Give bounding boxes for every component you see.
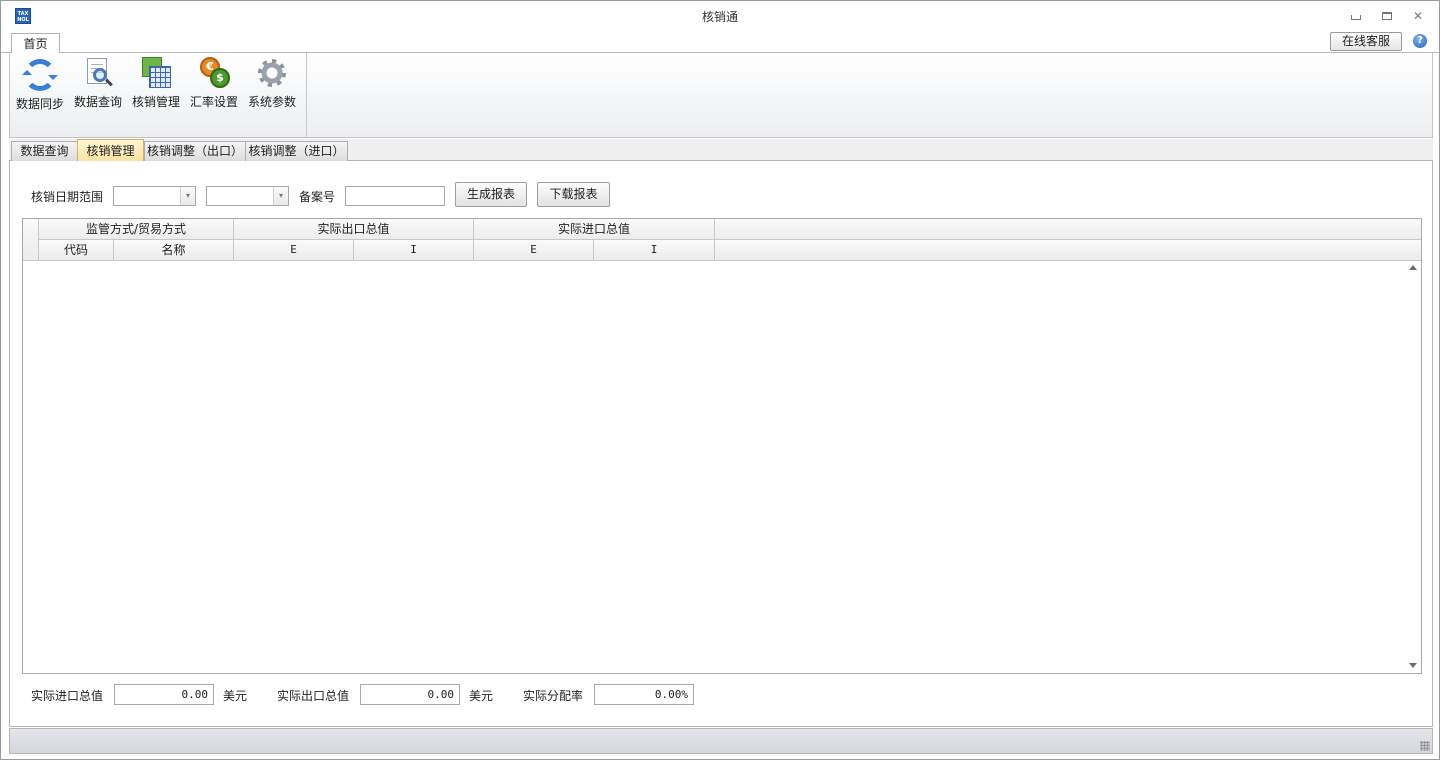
date-to-combo[interactable]: ▾ [206, 186, 289, 206]
ribbon-tab-home[interactable]: 首页 [11, 33, 60, 54]
window-title: 核销通 [701, 10, 738, 24]
record-number-input[interactable] [345, 186, 445, 206]
document-tab-strip: 数据查询 核销管理 核销调整（出口） 核销调整（进口） [9, 139, 1433, 162]
header-group-export-total: 实际出口总值 [234, 219, 474, 240]
close-icon: ✕ [1412, 9, 1424, 23]
system-params-button[interactable]: 系统参数 [243, 57, 301, 113]
column-header-name[interactable]: 名称 [114, 240, 234, 261]
ribbon-panel: 数据同步 数据查询 核销管理 € $ 汇率设置 系统参数 [9, 53, 1433, 138]
column-header-export-i[interactable]: I [354, 240, 474, 261]
ribbon-group-separator [306, 53, 307, 137]
header-group-trade-mode: 监管方式/贸易方式 [39, 219, 234, 240]
data-query-button[interactable]: 数据查询 [69, 57, 127, 113]
import-unit-label: 美元 [223, 689, 248, 703]
column-header-import-e[interactable]: E [474, 240, 594, 261]
tab-adjust-export[interactable]: 核销调整（出口） [144, 141, 246, 162]
row-selector-header [23, 219, 39, 261]
grid-vertical-scrollbar[interactable] [1405, 261, 1421, 673]
column-header-code[interactable]: 代码 [39, 240, 114, 261]
column-header-import-i[interactable]: I [594, 240, 715, 261]
minimize-icon [1351, 15, 1361, 20]
search-document-icon [82, 57, 114, 89]
header-filler [715, 240, 1421, 261]
ribbon-button-label: 系统参数 [247, 95, 296, 109]
gear-icon [256, 57, 288, 89]
spreadsheet-icon [140, 57, 172, 89]
app-window: TAX NOL 核销通 ✕ 首页 在线客服 ? 数据同步 数据查询 核销管理 €… [0, 0, 1440, 760]
date-range-label: 核销日期范围 [31, 190, 104, 204]
write-off-grid[interactable]: 监管方式/贸易方式 实际出口总值 实际进口总值 代码 名称 E I E I [22, 218, 1422, 674]
restore-icon [1382, 12, 1392, 20]
dropdown-arrow-icon[interactable]: ▾ [273, 187, 288, 205]
allocation-rate-field: 0.00% [594, 684, 694, 705]
exchange-rate-button[interactable]: € $ 汇率设置 [185, 57, 243, 113]
scroll-down-arrow-icon[interactable] [1409, 663, 1417, 668]
header-filler [715, 219, 1421, 240]
date-from-combo[interactable]: ▾ [113, 186, 196, 206]
minimize-button[interactable] [1345, 8, 1367, 24]
export-total-field: 0.00 [360, 684, 460, 705]
scroll-up-arrow-icon[interactable] [1409, 265, 1417, 270]
export-total-label: 实际出口总值 [277, 689, 350, 703]
resize-grip-icon[interactable] [1420, 741, 1430, 751]
write-off-management-button[interactable]: 核销管理 [127, 57, 185, 113]
download-report-button[interactable]: 下载报表 [537, 182, 610, 207]
import-total-field: 0.00 [114, 684, 214, 705]
dropdown-arrow-icon[interactable]: ▾ [180, 187, 195, 205]
tab-adjust-import[interactable]: 核销调整（进口） [245, 141, 348, 162]
content-panel: 核销日期范围 ▾ ▾ 备案号 生成报表 下载报表 监管方式/贸易方式 实际出口总… [9, 161, 1433, 727]
ribbon-button-label: 汇率设置 [189, 95, 238, 109]
status-bar [9, 728, 1433, 754]
online-service-button[interactable]: 在线客服 [1330, 32, 1402, 51]
ribbon-button-label: 核销管理 [131, 95, 180, 109]
ribbon-button-label: 数据同步 [15, 97, 64, 111]
tab-data-query[interactable]: 数据查询 [11, 141, 78, 162]
export-unit-label: 美元 [469, 689, 494, 703]
record-number-label: 备案号 [299, 190, 336, 204]
sync-icon [22, 59, 58, 91]
generate-report-button[interactable]: 生成报表 [455, 182, 527, 207]
restore-button[interactable] [1376, 8, 1398, 24]
allocation-rate-label: 实际分配率 [523, 689, 584, 703]
help-icon[interactable]: ? [1413, 34, 1427, 48]
import-total-label: 实际进口总值 [31, 689, 104, 703]
title-bar: TAX NOL 核销通 ✕ [1, 1, 1439, 31]
close-button[interactable]: ✕ [1407, 8, 1429, 24]
ribbon-button-label: 数据查询 [73, 95, 122, 109]
column-header-export-e[interactable]: E [234, 240, 354, 261]
currency-coins-icon: € $ [198, 57, 230, 89]
header-group-import-total: 实际进口总值 [474, 219, 715, 240]
tab-write-off-management[interactable]: 核销管理 [77, 139, 144, 162]
data-sync-button[interactable]: 数据同步 [11, 57, 69, 113]
ribbon-tab-row: 首页 在线客服 ? [1, 31, 1439, 54]
